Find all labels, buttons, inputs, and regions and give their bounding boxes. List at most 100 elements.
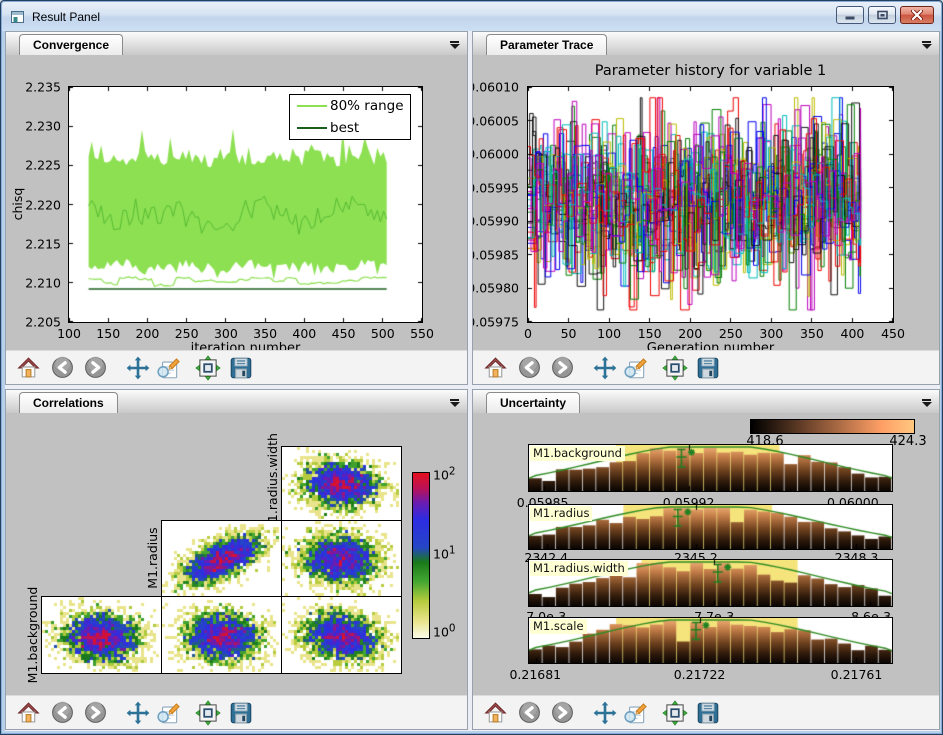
pan-button[interactable] — [124, 699, 152, 727]
customize-icon — [622, 700, 648, 726]
customize-button[interactable] — [154, 699, 182, 727]
density-panel — [41, 596, 162, 674]
minimize-button[interactable] — [836, 6, 864, 24]
home-button[interactable] — [14, 354, 42, 382]
density-panel — [161, 596, 282, 674]
forward-button[interactable] — [81, 699, 109, 727]
tab-list-icon — [922, 399, 931, 401]
save-button[interactable] — [694, 699, 722, 727]
subplots-button[interactable] — [661, 354, 689, 382]
tab-list-icon — [922, 41, 931, 43]
plot-title: Parameter history for variable 1 — [528, 63, 893, 79]
subplots-button[interactable] — [194, 354, 222, 382]
subplots-button[interactable] — [194, 699, 222, 727]
legend-swatch-range — [297, 105, 327, 107]
tab-list-button[interactable] — [920, 39, 933, 50]
back-icon — [50, 700, 75, 725]
subplots-button[interactable] — [661, 699, 689, 727]
density-panel — [161, 520, 282, 597]
home-button[interactable] — [14, 699, 42, 727]
save-button[interactable] — [694, 354, 722, 382]
tick-label: 350 — [800, 326, 824, 341]
tick-label: 100 — [57, 326, 81, 341]
tab-convergence[interactable]: Convergence — [19, 34, 123, 56]
y-axis-ticks: 2.2352.2302.2252.2202.2152.2102.205 — [20, 87, 65, 322]
back-button[interactable] — [48, 699, 76, 727]
subplots-icon — [662, 700, 688, 726]
minimize-icon — [845, 11, 855, 20]
tab-list-button[interactable] — [448, 39, 461, 50]
uncertainty-colorbar — [750, 419, 915, 434]
home-button[interactable] — [481, 354, 509, 382]
tab-uncertainty[interactable]: Uncertainty — [486, 392, 580, 414]
forward-button[interactable] — [548, 699, 576, 727]
density-canvas[interactable] — [42, 597, 161, 673]
close-button[interactable] — [900, 6, 934, 24]
density-canvas[interactable] — [162, 597, 281, 673]
tick-label: 2.215 — [25, 236, 61, 251]
window-controls — [836, 6, 934, 24]
tab-list-icon — [450, 41, 459, 43]
tab-correlations[interactable]: Correlations — [19, 392, 118, 414]
pan-button[interactable] — [124, 354, 152, 382]
client-area: Convergence 2.2352.2302.2252.2202.2152.2… — [5, 31, 940, 731]
maximize-button[interactable] — [868, 6, 896, 24]
pan-button[interactable] — [591, 354, 619, 382]
parameter-name-chip: M1.radius — [530, 506, 592, 521]
mpl-toolbar — [473, 350, 939, 384]
back-button[interactable] — [515, 699, 543, 727]
histogram-panel: M1.radius.width — [528, 559, 893, 607]
mpl-toolbar — [473, 695, 939, 729]
density-canvas[interactable] — [162, 521, 281, 596]
tick-label: 0.06005 — [473, 113, 519, 128]
tick-label: 200 — [136, 326, 160, 341]
tick-label: 0 — [524, 326, 532, 341]
figure-correlations: M1.radius.width M1.radius M1.background … — [6, 413, 467, 696]
tick-label: 0.05975 — [473, 315, 519, 330]
tick-label: 150 — [96, 326, 120, 341]
forward-button[interactable] — [81, 354, 109, 382]
panel-parameter-trace: Parameter Trace Parameter history for va… — [472, 31, 940, 385]
tick-label: 400 — [841, 326, 865, 341]
pan-icon — [125, 700, 151, 726]
tab-list-icon — [450, 399, 459, 401]
parameter-name-chip: M1.radius.width — [530, 561, 628, 576]
save-button[interactable] — [227, 354, 255, 382]
titlebar[interactable]: Result Panel — [2, 2, 941, 31]
tab-list-button[interactable] — [920, 397, 933, 408]
back-button[interactable] — [48, 354, 76, 382]
tab-parameter-trace[interactable]: Parameter Trace — [486, 34, 607, 56]
tick-label: 450 — [332, 326, 356, 341]
back-icon — [50, 355, 75, 380]
home-icon — [16, 355, 41, 380]
density-canvas[interactable] — [282, 597, 401, 673]
tick-label: 500 — [371, 326, 395, 341]
tab-label: Parameter Trace — [500, 38, 593, 52]
density-panel — [281, 446, 402, 521]
density-panel — [281, 596, 402, 674]
mpl-toolbar — [6, 350, 467, 384]
customize-button[interactable] — [621, 699, 649, 727]
density-canvas[interactable] — [282, 521, 401, 596]
legend-swatch-best — [297, 127, 327, 129]
tick-label: 300 — [214, 326, 238, 341]
tab-list-button[interactable] — [448, 397, 461, 408]
customize-button[interactable] — [154, 354, 182, 382]
result-panel-window: Result Panel Convergence 2.2352.2302.225… — [0, 0, 943, 735]
home-button[interactable] — [481, 699, 509, 727]
axes-parameter-trace — [527, 86, 894, 323]
customize-icon — [155, 700, 181, 726]
save-button[interactable] — [227, 699, 255, 727]
tick-label: 550 — [410, 326, 434, 341]
trace-plot-canvas[interactable] — [528, 87, 893, 322]
forward-button[interactable] — [548, 354, 576, 382]
density-canvas[interactable] — [282, 447, 401, 520]
back-button[interactable] — [515, 354, 543, 382]
histogram-panel: M1.radius — [528, 504, 893, 550]
forward-icon — [83, 700, 108, 725]
x-axis-ticks: 100150200250300350400450500550 — [69, 326, 422, 340]
pan-button[interactable] — [591, 699, 619, 727]
histogram-panel: M1.scale — [528, 617, 893, 664]
customize-button[interactable] — [621, 354, 649, 382]
tick-label: 2.220 — [25, 197, 61, 212]
